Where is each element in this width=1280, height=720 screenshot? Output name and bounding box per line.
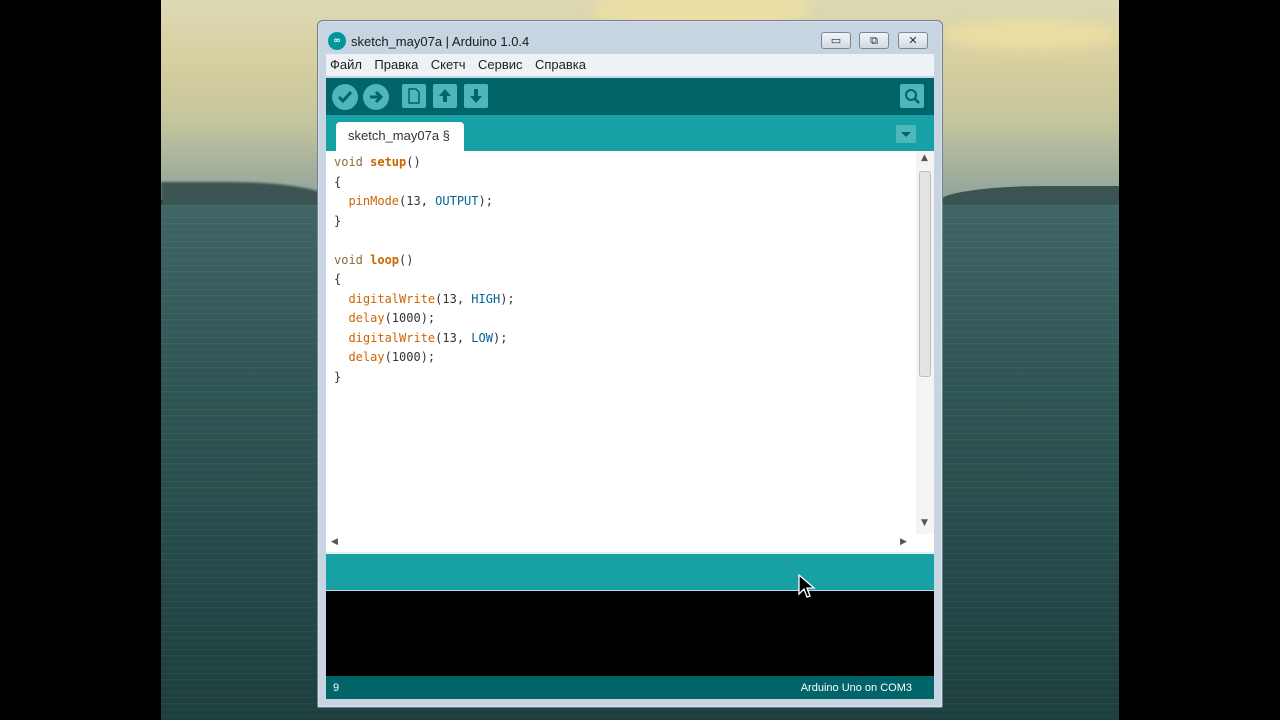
- code-token: (1000);: [384, 311, 436, 325]
- verify-button[interactable]: [332, 84, 358, 110]
- window-title: sketch_may07a | Arduino 1.0.4: [351, 34, 530, 49]
- mouse-pointer-icon: [798, 574, 816, 598]
- code-line[interactable]: digitalWrite(13, LOW);: [334, 329, 515, 349]
- code-token: {: [334, 272, 342, 286]
- horizontal-scrollbar[interactable]: ◀ ▶: [326, 534, 916, 552]
- code-line[interactable]: {: [334, 270, 515, 290]
- new-button[interactable]: [402, 84, 426, 108]
- code-token: void: [334, 252, 371, 267]
- vertical-scrollbar[interactable]: ▲ ▼: [916, 151, 934, 534]
- code-token: (13,: [435, 291, 472, 306]
- code-token: }: [334, 369, 342, 384]
- code-token: digitalWrite: [348, 330, 436, 345]
- save-icon: [470, 89, 482, 103]
- code-line[interactable]: }: [334, 212, 515, 232]
- code-token: (13,: [399, 194, 436, 208]
- menu-help[interactable]: Справка: [531, 54, 590, 72]
- code-token: delay: [348, 350, 385, 364]
- code-line[interactable]: pinMode(13, OUTPUT);: [334, 192, 515, 212]
- line-number: 9: [333, 682, 340, 694]
- new-icon: [408, 88, 420, 104]
- scroll-right-icon[interactable]: ▶: [900, 537, 907, 547]
- code-token: {: [334, 174, 342, 189]
- cloud: [941, 20, 1119, 50]
- menu-sketch[interactable]: Скетч: [427, 54, 470, 72]
- serial-monitor-icon: [905, 89, 920, 104]
- code-token: (): [399, 252, 414, 267]
- code-token: HIGH: [471, 291, 501, 306]
- close-button[interactable]: ✕: [898, 32, 928, 49]
- code-token: );: [478, 194, 493, 208]
- save-button[interactable]: [464, 84, 488, 108]
- open-button[interactable]: [433, 84, 457, 108]
- verify-icon: [337, 91, 353, 104]
- code-line[interactable]: void setup(): [334, 153, 515, 173]
- menu-bar: Файл Правка Скетч Сервис Справка: [326, 54, 934, 76]
- code-token: OUTPUT: [435, 194, 479, 208]
- menu-edit[interactable]: Правка: [370, 54, 422, 72]
- code-token: );: [500, 291, 515, 306]
- maximize-button[interactable]: ⧉: [859, 32, 889, 49]
- code-token: setup: [370, 155, 407, 169]
- code-token: }: [334, 213, 342, 228]
- board-port: Arduino Uno on COM3: [800, 682, 912, 694]
- minimize-button[interactable]: ▭: [821, 32, 851, 49]
- status-bar: 9 Arduino Uno on COM3: [326, 676, 934, 699]
- scroll-up-icon[interactable]: ▲: [921, 153, 928, 163]
- code-token: void: [334, 155, 371, 169]
- arduino-window: ∞ sketch_may07a | Arduino 1.0.4 ▭ ⧉ ✕ Фа…: [317, 20, 943, 708]
- code-line[interactable]: delay(1000);: [334, 309, 515, 329]
- code-token: delay: [348, 311, 385, 325]
- menu-tools[interactable]: Сервис: [474, 54, 527, 72]
- code-token: LOW: [471, 330, 493, 345]
- code-line[interactable]: }: [334, 368, 515, 388]
- scroll-down-icon[interactable]: ▼: [921, 518, 928, 528]
- minimize-icon: ▭: [830, 34, 842, 47]
- code-line[interactable]: {: [334, 173, 515, 193]
- code-line[interactable]: [334, 231, 515, 251]
- title-bar[interactable]: ∞ sketch_may07a | Arduino 1.0.4 ▭ ⧉ ✕: [318, 21, 942, 55]
- code-token: loop: [370, 252, 400, 267]
- code-token: pinMode: [348, 194, 400, 208]
- scroll-thumb[interactable]: [919, 171, 931, 377]
- code-line[interactable]: delay(1000);: [334, 348, 515, 368]
- maximize-icon: ⧉: [870, 34, 878, 47]
- tab-menu-button[interactable]: [896, 125, 916, 143]
- code-token: (1000);: [384, 350, 436, 364]
- arduino-infinity-icon: ∞: [328, 32, 346, 50]
- close-icon: ✕: [908, 34, 918, 47]
- code-editor[interactable]: void setup(){ pinMode(13, OUTPUT);} void …: [326, 151, 934, 552]
- code-text[interactable]: void setup(){ pinMode(13, OUTPUT);} void …: [334, 153, 515, 387]
- code-token: (13,: [435, 330, 472, 345]
- serial-monitor-button[interactable]: [900, 84, 924, 108]
- code-token: );: [492, 330, 508, 345]
- tab-bar: sketch_may07a §: [326, 115, 934, 151]
- menu-file[interactable]: Файл: [326, 54, 366, 72]
- open-icon: [439, 89, 451, 102]
- code-token: digitalWrite: [348, 291, 436, 306]
- console-output[interactable]: [326, 591, 934, 676]
- code-line[interactable]: digitalWrite(13, HIGH);: [334, 290, 515, 310]
- upload-button[interactable]: [363, 84, 389, 110]
- message-area: [326, 554, 934, 590]
- chevron-down-icon: [901, 132, 911, 137]
- code-token: (): [406, 155, 421, 169]
- toolbar: [326, 78, 934, 115]
- code-line[interactable]: void loop(): [334, 251, 515, 271]
- tab-sketch[interactable]: sketch_may07a §: [336, 122, 464, 151]
- scroll-left-icon[interactable]: ◀: [331, 537, 338, 547]
- upload-icon: [370, 90, 384, 104]
